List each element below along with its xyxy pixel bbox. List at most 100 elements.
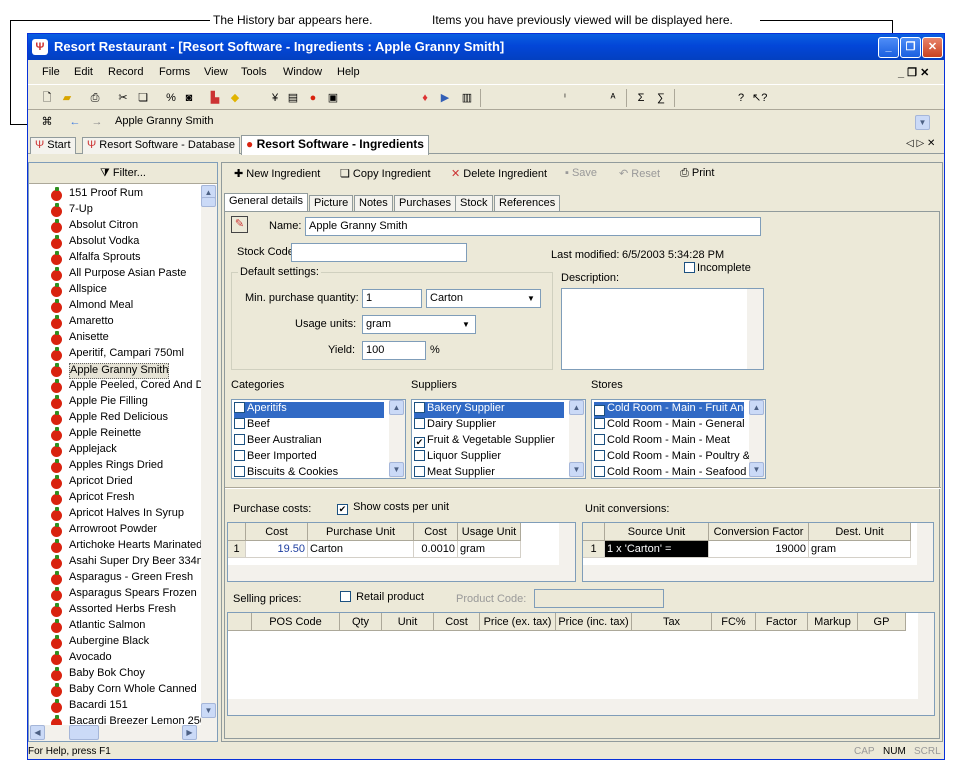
name-input[interactable]: Apple Granny Smith — [305, 217, 761, 236]
col-usage-cost[interactable]: Cost — [414, 523, 458, 541]
col-dest-unit[interactable]: Dest. Unit — [809, 523, 911, 541]
cutlery-icon[interactable]: ¥ — [268, 91, 282, 105]
checkbox[interactable] — [414, 418, 425, 429]
print-button[interactable]: ⎙ Print — [680, 167, 714, 180]
sum2-icon[interactable]: ∑ — [654, 91, 668, 105]
subtab-notes[interactable]: Notes — [354, 195, 393, 212]
stores-list[interactable]: ✔ Cold Room - Main - Fruit And V Cold Room… — [591, 399, 766, 479]
subtab-purchases[interactable]: Purchases — [394, 195, 456, 212]
yield-input[interactable]: 100 — [362, 341, 426, 360]
checkbox[interactable] — [594, 450, 605, 461]
subtab-general[interactable]: General details — [224, 193, 308, 212]
tab-start[interactable]: Ψ Start — [30, 137, 76, 154]
list-item[interactable]: Cold Room - Main - General — [594, 418, 745, 434]
col-unit[interactable]: Unit — [382, 613, 434, 631]
list-item[interactable]: Beer Imported — [234, 450, 384, 466]
col-pos-code[interactable]: POS Code — [252, 613, 340, 631]
col-factor[interactable]: Factor — [756, 613, 808, 631]
list-item[interactable]: ✔ Fruit & Vegetable Supplier — [414, 434, 564, 450]
list-item[interactable]: Beef — [234, 418, 384, 434]
truck-icon[interactable]: ▶ — [438, 91, 452, 105]
list-scrollbar[interactable]: ▲ ▼ — [749, 400, 765, 478]
filter-button[interactable]: ⧩ Filter... — [29, 163, 217, 184]
ingredient-item[interactable]: Apricot Dried — [69, 475, 133, 491]
menu-file[interactable]: File — [42, 66, 60, 78]
checkbox[interactable] — [234, 402, 245, 413]
ingredient-item[interactable]: Asparagus - Green Fresh — [69, 571, 193, 587]
tab-database[interactable]: Ψ Resort Software - Database — [82, 137, 240, 154]
reset-button[interactable]: ↶ Reset — [619, 167, 660, 180]
cell-usage-unit[interactable]: gram — [458, 541, 521, 558]
menu-tools[interactable]: Tools — [241, 66, 267, 78]
cell-conversion-factor[interactable]: 19000 — [709, 541, 809, 558]
ingredient-item[interactable]: Allspice — [69, 283, 107, 299]
cell-usage-cost[interactable]: 0.0010 — [414, 541, 458, 558]
ingredient-item[interactable]: Apple Red Delicious — [69, 411, 168, 427]
list-item[interactable]: Biscuits & Cookies — [234, 466, 384, 478]
col-source-unit[interactable]: Source Unit — [605, 523, 709, 541]
new-ingredient-button[interactable]: ✚ New Ingredient — [234, 167, 320, 180]
col-cost[interactable]: Cost — [434, 613, 480, 631]
copy-ingredient-button[interactable]: ❏ Copy Ingredient — [340, 167, 431, 180]
col-qty[interactable]: Qty — [340, 613, 382, 631]
minimize-button[interactable]: _ — [878, 37, 899, 58]
close-button[interactable]: ✕ — [922, 37, 943, 58]
list-item[interactable]: Bakery Supplier — [414, 402, 564, 418]
cell-source-unit[interactable]: 1 x 'Carton' = — [605, 541, 709, 558]
forward-arrow-icon[interactable]: → — [90, 115, 104, 129]
cell-cost[interactable]: 19.50 — [246, 541, 308, 558]
cut-icon[interactable]: ✂ — [116, 91, 130, 105]
col-gp[interactable]: GP — [858, 613, 906, 631]
col-purchase-unit[interactable]: Purchase Unit — [308, 523, 414, 541]
context-help-icon[interactable]: ↖? — [752, 91, 767, 105]
delete-ingredient-button[interactable]: ✕ Delete Ingredient — [451, 167, 547, 180]
checkbox[interactable] — [234, 418, 245, 429]
ingredient-item[interactable]: Alfalfa Sprouts — [69, 251, 141, 267]
col-markup[interactable]: Markup — [808, 613, 858, 631]
checkbox[interactable] — [234, 450, 245, 461]
menu-help[interactable]: Help — [337, 66, 360, 78]
ingredient-item[interactable]: Baby Corn Whole Canned — [69, 683, 197, 699]
history-combo[interactable]: Apple Granny Smith — [112, 113, 932, 132]
menu-card-icon[interactable]: ▤ — [286, 91, 300, 105]
categories-list[interactable]: Aperitifs Beef Beer Australian Beer Importe… — [231, 399, 406, 479]
list-item[interactable]: Liquor Supplier — [414, 450, 564, 466]
ingredient-item[interactable]: Arrowroot Powder — [69, 523, 157, 539]
ingredient-item[interactable]: 7-Up — [69, 203, 93, 219]
suppliers-list[interactable]: Bakery Supplier Dairy Supplier ✔ Fruit & Ve… — [411, 399, 586, 479]
ingredient-item[interactable]: Almond Meal — [69, 299, 133, 315]
ingredient-item[interactable]: All Purpose Asian Paste — [69, 267, 186, 283]
menu-view[interactable]: View — [204, 66, 228, 78]
description-textarea[interactable] — [561, 288, 764, 370]
doc-icon[interactable]: ▥ — [460, 91, 474, 105]
ingredient-item[interactable]: Absolut Citron — [69, 219, 138, 235]
ingredient-item[interactable]: Apple Peeled, Cored And D — [69, 379, 201, 395]
ingredient-item[interactable]: Atlantic Salmon — [69, 619, 145, 635]
cell-purchase-unit[interactable]: Carton — [308, 541, 414, 558]
ingredient-item[interactable]: Baby Bok Choy — [69, 667, 145, 683]
restore-button[interactable]: ❐ — [900, 37, 921, 58]
checkbox[interactable] — [594, 434, 605, 445]
checkbox[interactable] — [234, 434, 245, 445]
checkbox[interactable]: ✔ — [414, 437, 425, 448]
col-price-inc-tax[interactable]: Price (inc. tax) — [556, 613, 632, 631]
edit-pencil-icon[interactable]: ✎ — [231, 216, 248, 233]
checkbox[interactable] — [414, 450, 425, 461]
menu-record[interactable]: Record — [108, 66, 143, 78]
ingredient-item[interactable]: Apple Reinette — [69, 427, 141, 443]
list-hscrollbar[interactable]: ◀ ▶ — [29, 725, 217, 741]
ingredient-item[interactable]: Apple Pie Filling — [69, 395, 148, 411]
menu-window[interactable]: Window — [283, 66, 322, 78]
list-item[interactable]: ✔ Cold Room - Main - Fruit And V — [594, 402, 760, 418]
sort-icon[interactable]: ⁱ — [558, 91, 572, 105]
open-icon[interactable]: ▰ — [60, 91, 74, 105]
menu-edit[interactable]: Edit — [74, 66, 93, 78]
selling-prices-grid[interactable]: POS Code Qty Unit Cost Price (ex. tax) P… — [227, 612, 935, 716]
chart-icon[interactable]: ▙ — [208, 91, 222, 105]
ingredient-item[interactable]: Apples Rings Dried — [69, 459, 163, 475]
ingredient-item[interactable]: Absolut Vodka — [69, 235, 139, 251]
list-item[interactable]: Aperitifs — [234, 402, 384, 418]
ingredient-item[interactable]: Applejack — [69, 443, 117, 459]
retail-product-checkbox[interactable]: Retail product — [340, 591, 424, 603]
list-item[interactable]: Meat Supplier — [414, 466, 564, 478]
